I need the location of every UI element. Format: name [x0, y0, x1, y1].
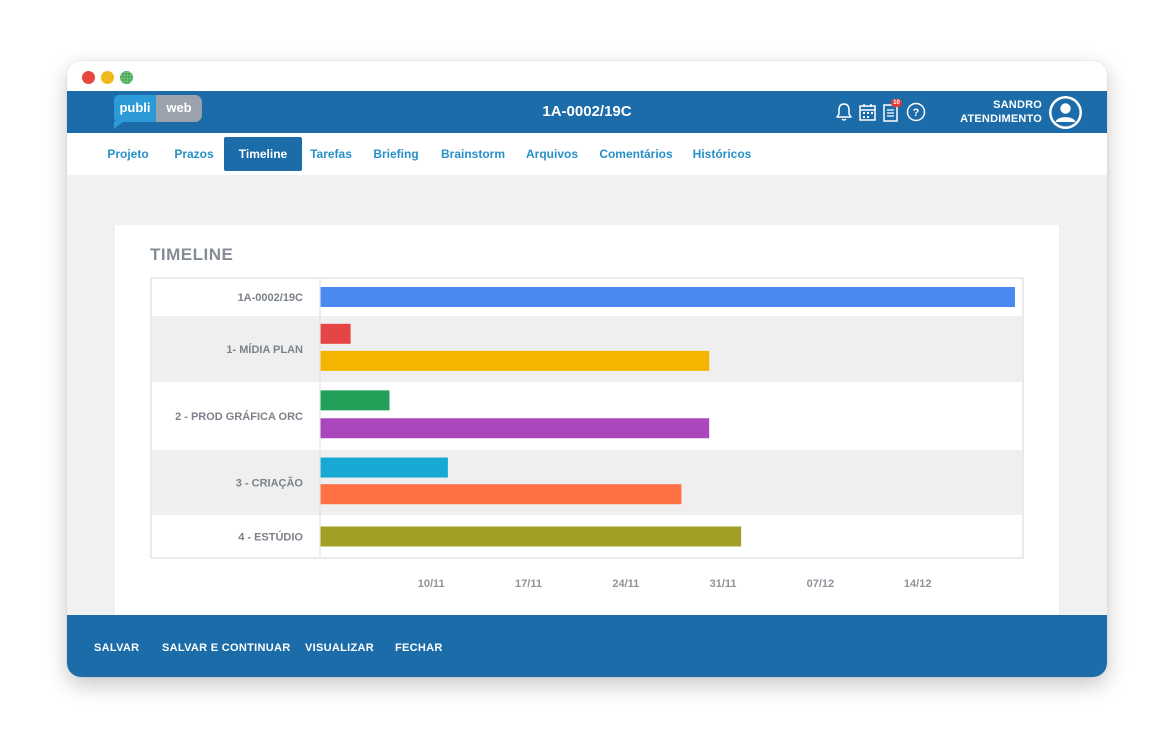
- close-button[interactable]: FECHAR: [395, 615, 443, 677]
- timeline-bar: [320, 390, 390, 411]
- timeline-chart: 1A-0002/19C 1- MÍDIA PLAN 2 - PROD GRÁFICA…: [150, 277, 1024, 590]
- timeline-row-label: 1A-0002/19C: [238, 292, 303, 304]
- app-window: publi web 1A-0002/19C 10 ? SANDRO ATENDI…: [67, 61, 1107, 677]
- tab-timeline[interactable]: Timeline: [224, 137, 302, 171]
- timeline-bar: [320, 484, 682, 505]
- tab-brainstorm[interactable]: Brainstorm: [439, 137, 507, 171]
- save-button[interactable]: SALVAR: [94, 615, 139, 677]
- tab-historicos[interactable]: Históricos: [691, 137, 753, 171]
- timeline-bar: [320, 457, 448, 478]
- tab-prazos[interactable]: Prazos: [171, 137, 217, 171]
- app-header: publi web 1A-0002/19C 10 ? SANDRO ATENDI…: [67, 91, 1107, 133]
- notification-badge: 10: [891, 99, 902, 107]
- tab-projeto[interactable]: Projeto: [105, 137, 151, 171]
- timeline-tick-label: 31/11: [710, 578, 737, 590]
- tab-comentarios[interactable]: Comentários: [598, 137, 674, 171]
- save-and-continue-button[interactable]: SALVAR E CONTINUAR: [162, 615, 290, 677]
- timeline-bar: [320, 350, 710, 371]
- timeline-tick-label: 17/11: [515, 578, 542, 590]
- user-info[interactable]: SANDRO ATENDIMENTO: [960, 98, 1042, 126]
- help-glyph: ?: [913, 107, 920, 119]
- timeline-tick-label: 14/12: [904, 578, 932, 590]
- timeline-tick-label: 10/11: [418, 578, 445, 590]
- timeline-bar: [320, 418, 710, 439]
- minimize-window-button[interactable]: [101, 71, 114, 84]
- logo-text-publi: publi: [114, 95, 156, 129]
- title-bar: [67, 61, 1107, 91]
- tab-arquivos[interactable]: Arquivos: [524, 137, 580, 171]
- calendar-icon[interactable]: [857, 101, 879, 123]
- user-role: ATENDIMENTO: [960, 113, 1042, 125]
- timeline-row-label: 1- MÍDIA PLAN: [226, 343, 303, 356]
- help-icon[interactable]: ?: [905, 101, 927, 123]
- footer-bar: SALVAR SALVAR E CONTINUAR VISUALIZAR FEC…: [67, 615, 1107, 677]
- timeline-card: 1A-0002/19C 1- MÍDIA PLAN 2 - PROD GRÁFICA…: [115, 225, 1059, 615]
- timeline-bar: [320, 323, 351, 344]
- timeline-tick-label: 07/12: [807, 578, 835, 590]
- avatar[interactable]: [1049, 96, 1082, 129]
- card-title: TIMELINE: [150, 245, 234, 264]
- timeline-tick-label: 24/11: [612, 578, 639, 590]
- timeline-bar: [320, 526, 742, 547]
- tab-tarefas[interactable]: Tarefas: [307, 137, 355, 171]
- logo-text-web: web: [156, 95, 202, 122]
- page-title: 1A-0002/19C: [542, 103, 632, 120]
- timeline-row-label: 4 - ESTÚDIO: [238, 531, 303, 544]
- publiweb-logo[interactable]: publi web: [114, 95, 202, 129]
- tab-briefing[interactable]: Briefing: [370, 137, 422, 171]
- timeline-bar: [320, 287, 1015, 307]
- preview-button[interactable]: VISUALIZAR: [305, 615, 374, 677]
- tab-bar: Projeto Prazos Timeline Tarefas Briefing…: [67, 133, 1107, 175]
- timeline-row-label: 3 - CRIAÇÃO: [236, 477, 304, 490]
- user-name: SANDRO: [993, 99, 1042, 111]
- zoom-window-button[interactable]: [120, 71, 133, 84]
- timeline-row-label: 2 - PROD GRÁFICA ORC: [175, 410, 303, 423]
- bell-icon[interactable]: [833, 101, 855, 123]
- close-window-button[interactable]: [82, 71, 95, 84]
